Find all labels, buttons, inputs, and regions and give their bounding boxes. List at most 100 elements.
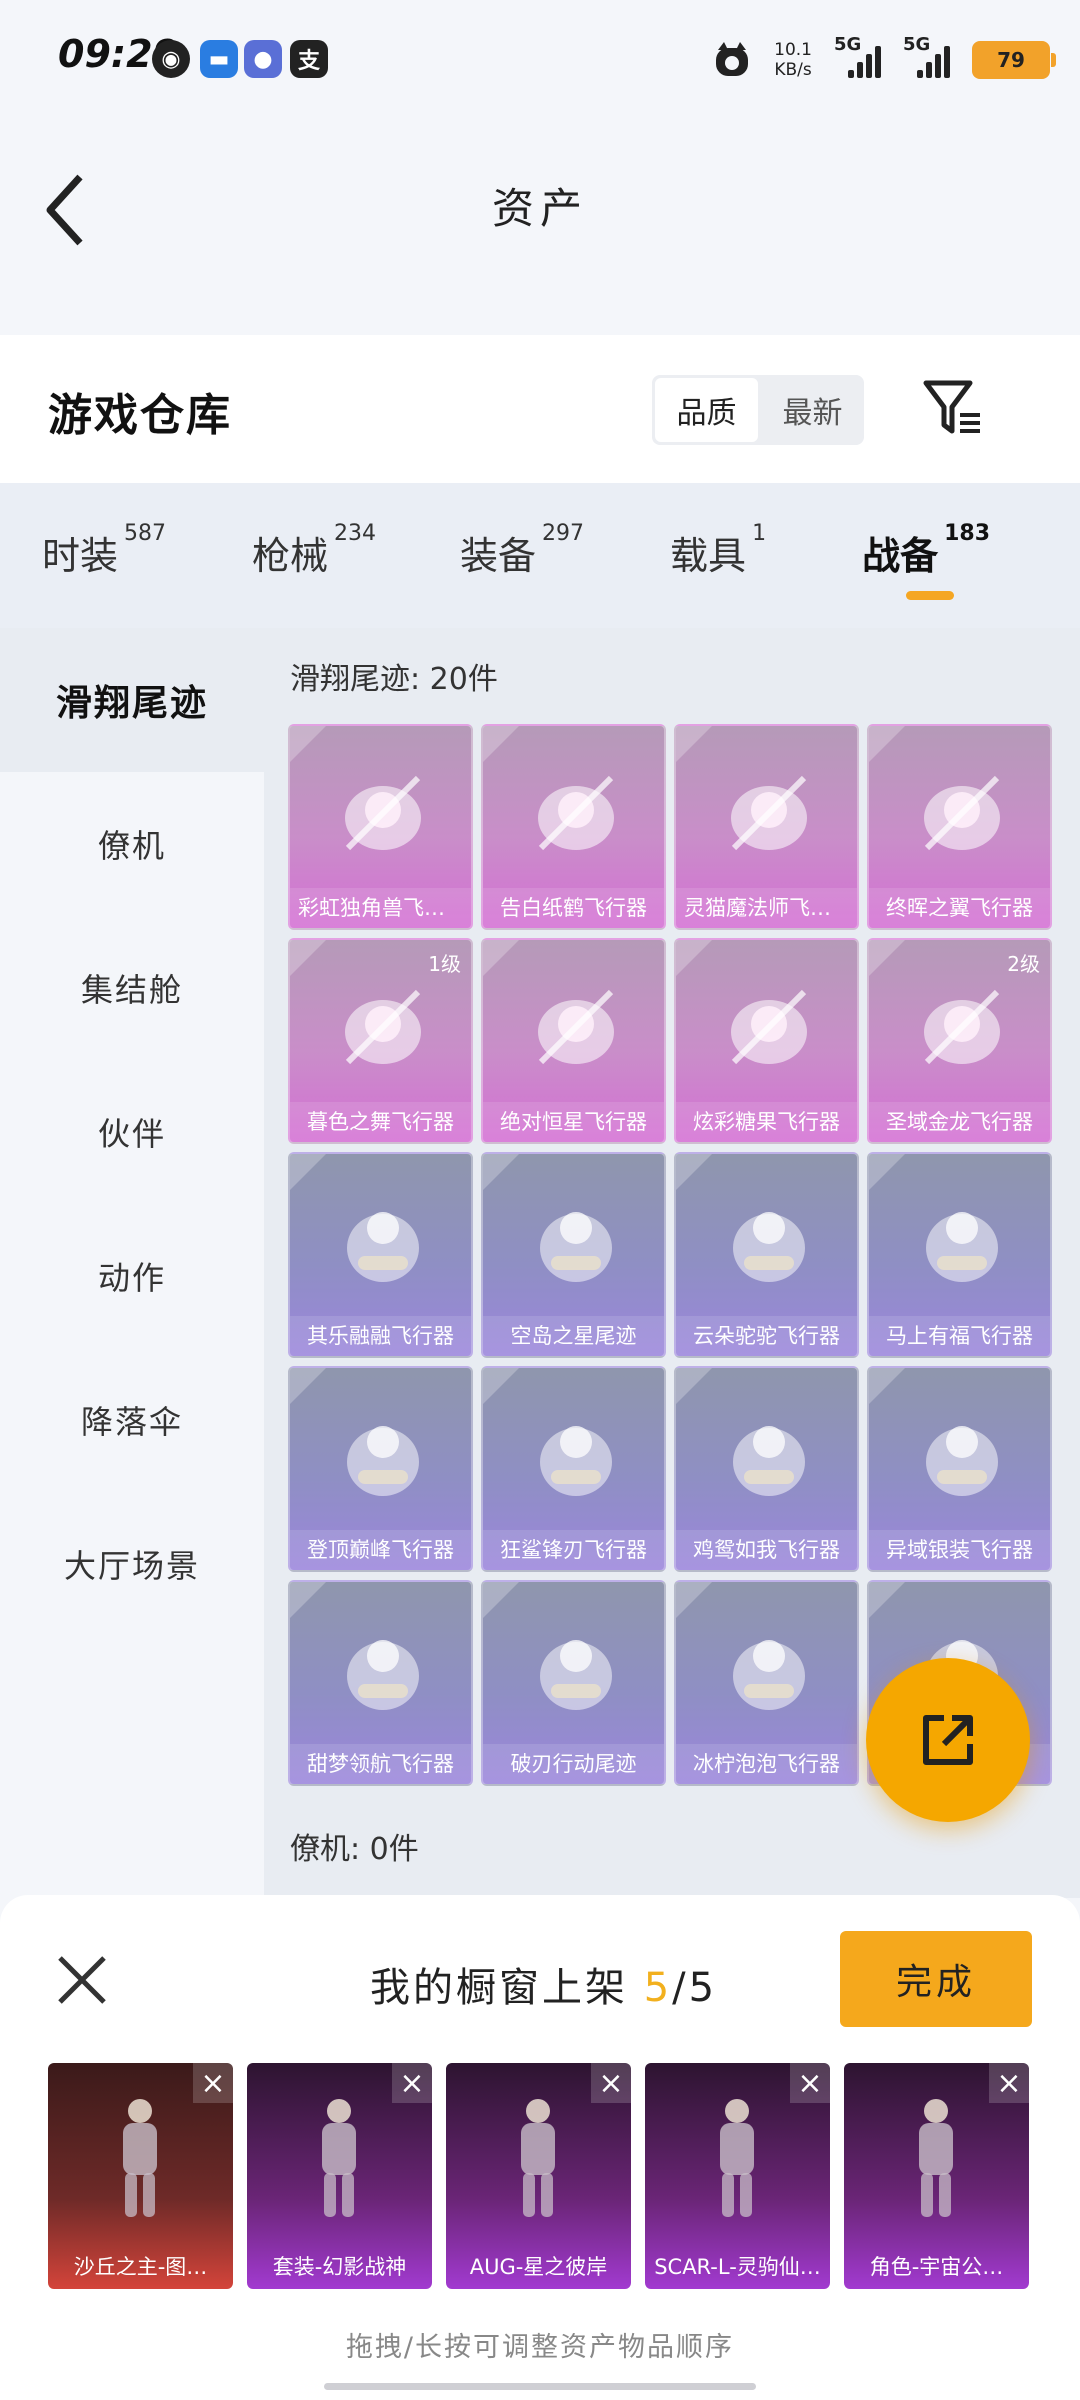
net-speed: 10.1 KB/s <box>774 40 812 80</box>
item-name: 终晖之翼飞行器 <box>869 888 1050 928</box>
cat-icon <box>716 42 749 76</box>
jet-pack-icon <box>347 1426 419 1496</box>
alpaca-icon <box>733 1212 805 1282</box>
status-bar: 09:29 ◉ ▬ ● 支 10.1 KB/s 5G 5G 79 <box>0 0 1080 115</box>
unicorn-glider-icon <box>345 775 421 851</box>
item-card[interactable]: 鸡鸳如我飞行器 <box>674 1366 859 1572</box>
item-card[interactable]: 登顶巅峰飞行器 <box>288 1366 473 1572</box>
showcase-item[interactable]: × SCAR-L-灵驹仙… <box>645 2063 830 2289</box>
item-card[interactable]: 2级 圣域金龙飞行器 <box>867 938 1052 1144</box>
check-corner-icon <box>483 940 519 976</box>
magic-cat-icon <box>731 775 807 851</box>
alipay-icon: 支 <box>290 40 328 78</box>
item-name: 空岛之星尾迹 <box>483 1316 664 1356</box>
item-card[interactable]: 告白纸鹤飞行器 <box>481 724 666 930</box>
check-corner-icon <box>483 726 519 762</box>
remove-icon[interactable]: × <box>591 2063 631 2103</box>
item-card[interactable]: 绝对恒星飞行器 <box>481 938 666 1144</box>
item-card[interactable]: 破刃行动尾迹 <box>481 1580 666 1786</box>
sim1-label: 5G <box>834 34 862 55</box>
filter-icon[interactable] <box>920 375 984 439</box>
showcase-item-name: 套装-幻影战神 <box>272 2255 407 2279</box>
item-name: 暮色之舞飞行器 <box>290 1102 471 1142</box>
side-menu: 滑翔尾迹 僚机 集结舱 伙伴 动作 降落伞 大厅场景 <box>0 628 264 1898</box>
tab-weapons[interactable]: 枪械234 <box>252 483 376 580</box>
item-card[interactable]: 冰柠泡泡飞行器 <box>674 1580 859 1786</box>
item-card[interactable]: 终晖之翼飞行器 <box>867 724 1052 930</box>
rainbow-trail-icon <box>540 1640 612 1710</box>
baidu-icon: ● <box>244 40 282 78</box>
armored-character-icon <box>322 2099 356 2217</box>
check-corner-icon <box>483 1582 519 1618</box>
remove-icon[interactable]: × <box>193 2063 233 2103</box>
showcase-total: /5 <box>672 1965 718 2011</box>
rifle-icon <box>521 2099 555 2217</box>
share-button[interactable] <box>866 1658 1030 1822</box>
sort-latest-button[interactable]: 最新 <box>761 375 864 445</box>
close-icon[interactable] <box>52 1950 112 2010</box>
item-card[interactable]: 甜梦领航飞行器 <box>288 1580 473 1786</box>
side-item-parachute[interactable]: 降落伞 <box>0 1348 264 1492</box>
sim2-label: 5G <box>903 34 931 55</box>
chicken-icon <box>733 1426 805 1496</box>
remove-icon[interactable]: × <box>790 2063 830 2103</box>
check-corner-icon <box>290 940 326 976</box>
side-item-glide-trail[interactable]: 滑翔尾迹 <box>0 628 264 772</box>
done-button[interactable]: 完成 <box>840 1931 1032 2027</box>
sort-quality-button[interactable]: 品质 <box>655 378 758 442</box>
side-item-companion[interactable]: 伙伴 <box>0 1060 264 1204</box>
item-card[interactable]: 1级 暮色之舞飞行器 <box>288 938 473 1144</box>
princess-character-icon <box>919 2099 953 2217</box>
signal-2-icon: 5G <box>903 34 950 78</box>
item-name: 圣域金龙飞行器 <box>869 1102 1050 1142</box>
category-tabs: 时装587 枪械234 装备297 载具1 战备183 <box>0 483 1080 628</box>
tab-fashion[interactable]: 时装587 <box>42 483 166 580</box>
showcase-item-name: 角色-宇宙公… <box>869 2255 1004 2279</box>
white-rifle-icon <box>720 2099 754 2217</box>
item-card[interactable]: 炫彩糖果飞行器 <box>674 938 859 1144</box>
item-card[interactable]: 其乐融融飞行器 <box>288 1152 473 1358</box>
showcase-item[interactable]: × 沙丘之主-图… <box>48 2063 233 2289</box>
page-title: 资产 <box>491 184 588 233</box>
item-card[interactable]: 空岛之星尾迹 <box>481 1152 666 1358</box>
home-indicator[interactable] <box>324 2383 756 2390</box>
check-corner-icon <box>290 1154 326 1190</box>
section-label-wingman: 僚机: 0件 <box>290 1832 419 1867</box>
remove-icon[interactable]: × <box>392 2063 432 2103</box>
paper-crane-icon <box>538 775 614 851</box>
remove-icon[interactable]: × <box>989 2063 1029 2103</box>
reorder-hint: 拖拽/长按可调整资产物品顺序 <box>345 2332 735 2363</box>
showcase-item[interactable]: × 套装-幻影战神 <box>247 2063 432 2289</box>
item-card[interactable]: 狂鲨锋刃飞行器 <box>481 1366 666 1572</box>
item-name: 告白纸鹤飞行器 <box>483 888 664 928</box>
item-name: 破刃行动尾迹 <box>483 1744 664 1784</box>
item-card[interactable]: 灵猫魔法师飞行器 <box>674 724 859 930</box>
item-card[interactable]: 彩虹独角兽飞行器 <box>288 724 473 930</box>
check-corner-icon <box>290 726 326 762</box>
item-card[interactable]: 云朵驼驼飞行器 <box>674 1152 859 1358</box>
tab-readiness[interactable]: 战备183 <box>862 483 990 600</box>
tab-vehicles[interactable]: 载具1 <box>670 483 766 580</box>
side-item-lobby-scene[interactable]: 大厅场景 <box>0 1492 264 1636</box>
showcase-item-name: SCAR-L-灵驹仙… <box>654 2255 821 2279</box>
item-card[interactable]: 异域银装飞行器 <box>867 1366 1052 1572</box>
item-name: 马上有福飞行器 <box>869 1316 1050 1356</box>
item-name: 甜梦领航飞行器 <box>290 1744 471 1784</box>
item-name: 冰柠泡泡飞行器 <box>676 1744 857 1784</box>
shark-icon <box>540 1426 612 1496</box>
net-speed-unit: KB/s <box>774 60 812 80</box>
tab-count: 587 <box>124 521 167 546</box>
showcase-item[interactable]: × 角色-宇宙公… <box>844 2063 1029 2289</box>
item-card[interactable]: 马上有福飞行器 <box>867 1152 1052 1358</box>
side-item-assembly-pod[interactable]: 集结舱 <box>0 916 264 1060</box>
candy-icon <box>731 989 807 1065</box>
tab-gear[interactable]: 装备297 <box>460 483 584 580</box>
side-item-emote[interactable]: 动作 <box>0 1204 264 1348</box>
check-corner-icon <box>483 1368 519 1404</box>
side-item-wingman[interactable]: 僚机 <box>0 772 264 916</box>
item-name: 彩虹独角兽飞行器 <box>290 888 471 928</box>
showcase-item[interactable]: × AUG-星之彼岸 <box>446 2063 631 2289</box>
showcase-shelf: × 沙丘之主-图… × 套装-幻影战神 × AUG-星之彼岸 × SCAR-L-灵驹仙… × 角色… <box>48 2063 1029 2289</box>
mummy-character-icon <box>123 2099 157 2217</box>
planet-icon <box>538 989 614 1065</box>
